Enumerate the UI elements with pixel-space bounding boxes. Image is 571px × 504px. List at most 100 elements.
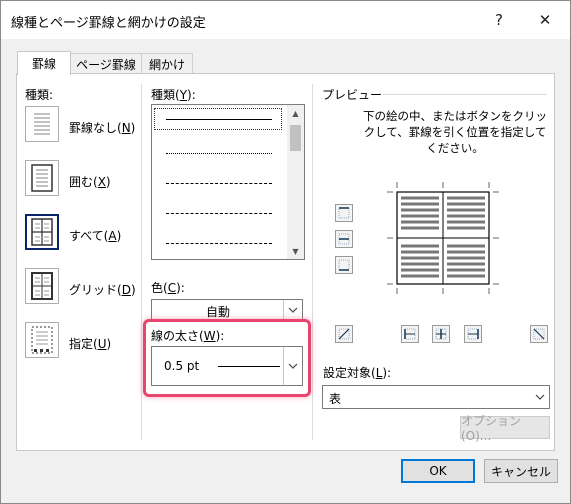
setting-grid-label: グリッド(D) xyxy=(69,281,136,298)
line-style-dash-dot[interactable] xyxy=(166,243,272,244)
tab-borders[interactable]: 罫線 xyxy=(17,51,71,75)
setting-none-button[interactable] xyxy=(25,106,59,142)
access-key: A xyxy=(108,229,117,243)
cancel-button[interactable]: キャンセル xyxy=(484,459,558,483)
border-bottom-icon xyxy=(338,259,350,271)
setting-custom-label: 指定(U) xyxy=(69,335,111,352)
border-inside-horizontal-icon xyxy=(338,233,350,245)
close-icon: ✕ xyxy=(538,11,552,29)
access-key: X xyxy=(97,175,106,189)
access-key: W xyxy=(203,329,216,343)
border-all-icon xyxy=(31,218,53,246)
label-tail: ) xyxy=(105,175,111,189)
setting-custom-button[interactable] xyxy=(25,322,59,358)
tab-page-border[interactable]: ページ罫線 xyxy=(69,53,143,74)
tab-label: ページ罫線 xyxy=(76,57,136,72)
access-key: N xyxy=(121,121,131,135)
diagonal-down-border-button[interactable] xyxy=(335,325,353,343)
border-none-icon xyxy=(34,113,50,135)
label-text: 設定対象( xyxy=(323,366,376,380)
line-style-dash[interactable] xyxy=(166,213,272,214)
tab-label: 罫線 xyxy=(31,57,56,71)
left-border-button[interactable] xyxy=(401,325,419,343)
column-divider xyxy=(141,84,142,440)
label-tail: ): xyxy=(187,88,196,102)
border-right-icon xyxy=(467,328,479,340)
label-tail: ): xyxy=(176,281,185,295)
label-text: グリッド( xyxy=(69,283,122,297)
scroll-thumb[interactable] xyxy=(290,125,301,151)
line-style-small-dash[interactable] xyxy=(166,183,272,184)
tab-label: 網かけ xyxy=(148,57,185,72)
label-tail: ): xyxy=(382,366,392,380)
label-text: 種類( xyxy=(151,88,180,102)
width-label: 線の太さ(W): xyxy=(151,327,224,344)
setting-heading: 種類: xyxy=(25,88,54,102)
line-style-solid[interactable] xyxy=(166,119,272,120)
color-value: 自動 xyxy=(205,305,230,319)
border-box-icon xyxy=(31,164,53,192)
diagonal-up-border-button[interactable] xyxy=(530,325,548,343)
help-button[interactable]: ? xyxy=(476,1,522,39)
top-border-button[interactable] xyxy=(335,204,353,222)
line-width-dropdown[interactable]: 0.5 pt xyxy=(151,346,303,386)
border-top-icon xyxy=(338,207,350,219)
line-width-value: 0.5 pt xyxy=(164,359,200,373)
setting-box-button[interactable] xyxy=(25,160,59,196)
apply-to-label: 設定対象(L): xyxy=(323,364,391,381)
options-button[interactable]: オプション(O)... xyxy=(460,414,550,443)
apply-to-dropdown[interactable]: 表 xyxy=(322,385,550,409)
ok-button[interactable]: OK xyxy=(401,459,475,483)
bottom-border-button[interactable] xyxy=(335,256,353,274)
right-border-button[interactable] xyxy=(464,325,482,343)
label-tail: ): xyxy=(215,329,225,343)
inside-vertical-border-button[interactable] xyxy=(432,325,450,343)
style-label: 種類(Y): xyxy=(151,86,196,103)
label-tail: ) xyxy=(116,229,122,243)
column-divider xyxy=(312,84,313,440)
close-button[interactable]: ✕ xyxy=(522,1,568,39)
line-style-scrollbar[interactable]: ▲ ▼ xyxy=(287,105,304,259)
setting-none-label: 罫線なし(N) xyxy=(69,119,135,136)
setting-all-button[interactable] xyxy=(25,214,59,250)
tab-shading[interactable]: 網かけ xyxy=(141,53,193,74)
setting-box-label: 囲む(X) xyxy=(69,173,111,190)
line-style-dotted[interactable] xyxy=(166,153,272,154)
label-text: 囲む( xyxy=(69,175,98,189)
borders-and-shading-dialog: 線種とページ罫線と網かけの設定 ? ✕ 罫線 ページ罫線 網かけ 種類: 罫線な… xyxy=(0,0,571,504)
line-width-highlight: 線の太さ(W): 0.5 pt xyxy=(143,319,311,397)
dialog-title: 線種とページ罫線と網かけの設定 xyxy=(11,16,206,31)
setting-grid-button[interactable] xyxy=(25,268,59,304)
border-grid-icon xyxy=(31,272,53,300)
line-style-list[interactable]: ▲ ▼ xyxy=(151,104,305,260)
scroll-up-icon[interactable]: ▲ xyxy=(287,105,304,121)
label-text: すべて( xyxy=(69,229,109,243)
access-key: Y xyxy=(179,88,188,102)
color-label: 色(C): xyxy=(151,279,185,296)
label-text: 指定( xyxy=(69,337,98,351)
access-key: D xyxy=(121,283,131,297)
apply-to-value: 表 xyxy=(329,392,342,406)
label-text: 色( xyxy=(151,281,168,295)
chevron-down-icon[interactable] xyxy=(531,386,549,408)
diagonal-down-icon xyxy=(533,328,545,340)
line-width-sample xyxy=(218,366,280,367)
label-tail: ) xyxy=(130,121,136,135)
chevron-down-icon[interactable] xyxy=(283,300,302,320)
label-text: 罫線なし( xyxy=(69,121,122,135)
border-left-icon xyxy=(404,328,416,340)
border-inside-vertical-icon xyxy=(435,328,447,340)
color-dropdown[interactable]: 自動 xyxy=(151,299,303,321)
inside-horizontal-border-button[interactable] xyxy=(335,230,353,248)
question-mark-icon: ? xyxy=(495,11,503,29)
access-key: C xyxy=(167,281,177,295)
label-tail: ) xyxy=(130,283,136,297)
border-preview-diagram[interactable] xyxy=(381,176,511,306)
scroll-down-icon[interactable]: ▼ xyxy=(287,243,304,259)
title-bar: 線種とページ罫線と網かけの設定 ? ✕ xyxy=(1,1,570,39)
diagonal-up-icon xyxy=(338,328,350,340)
chevron-down-icon[interactable] xyxy=(283,347,302,385)
preview-heading-rule xyxy=(382,94,547,95)
label-text: 線の太さ( xyxy=(151,329,204,343)
preview-heading: プレビュー xyxy=(322,88,383,102)
